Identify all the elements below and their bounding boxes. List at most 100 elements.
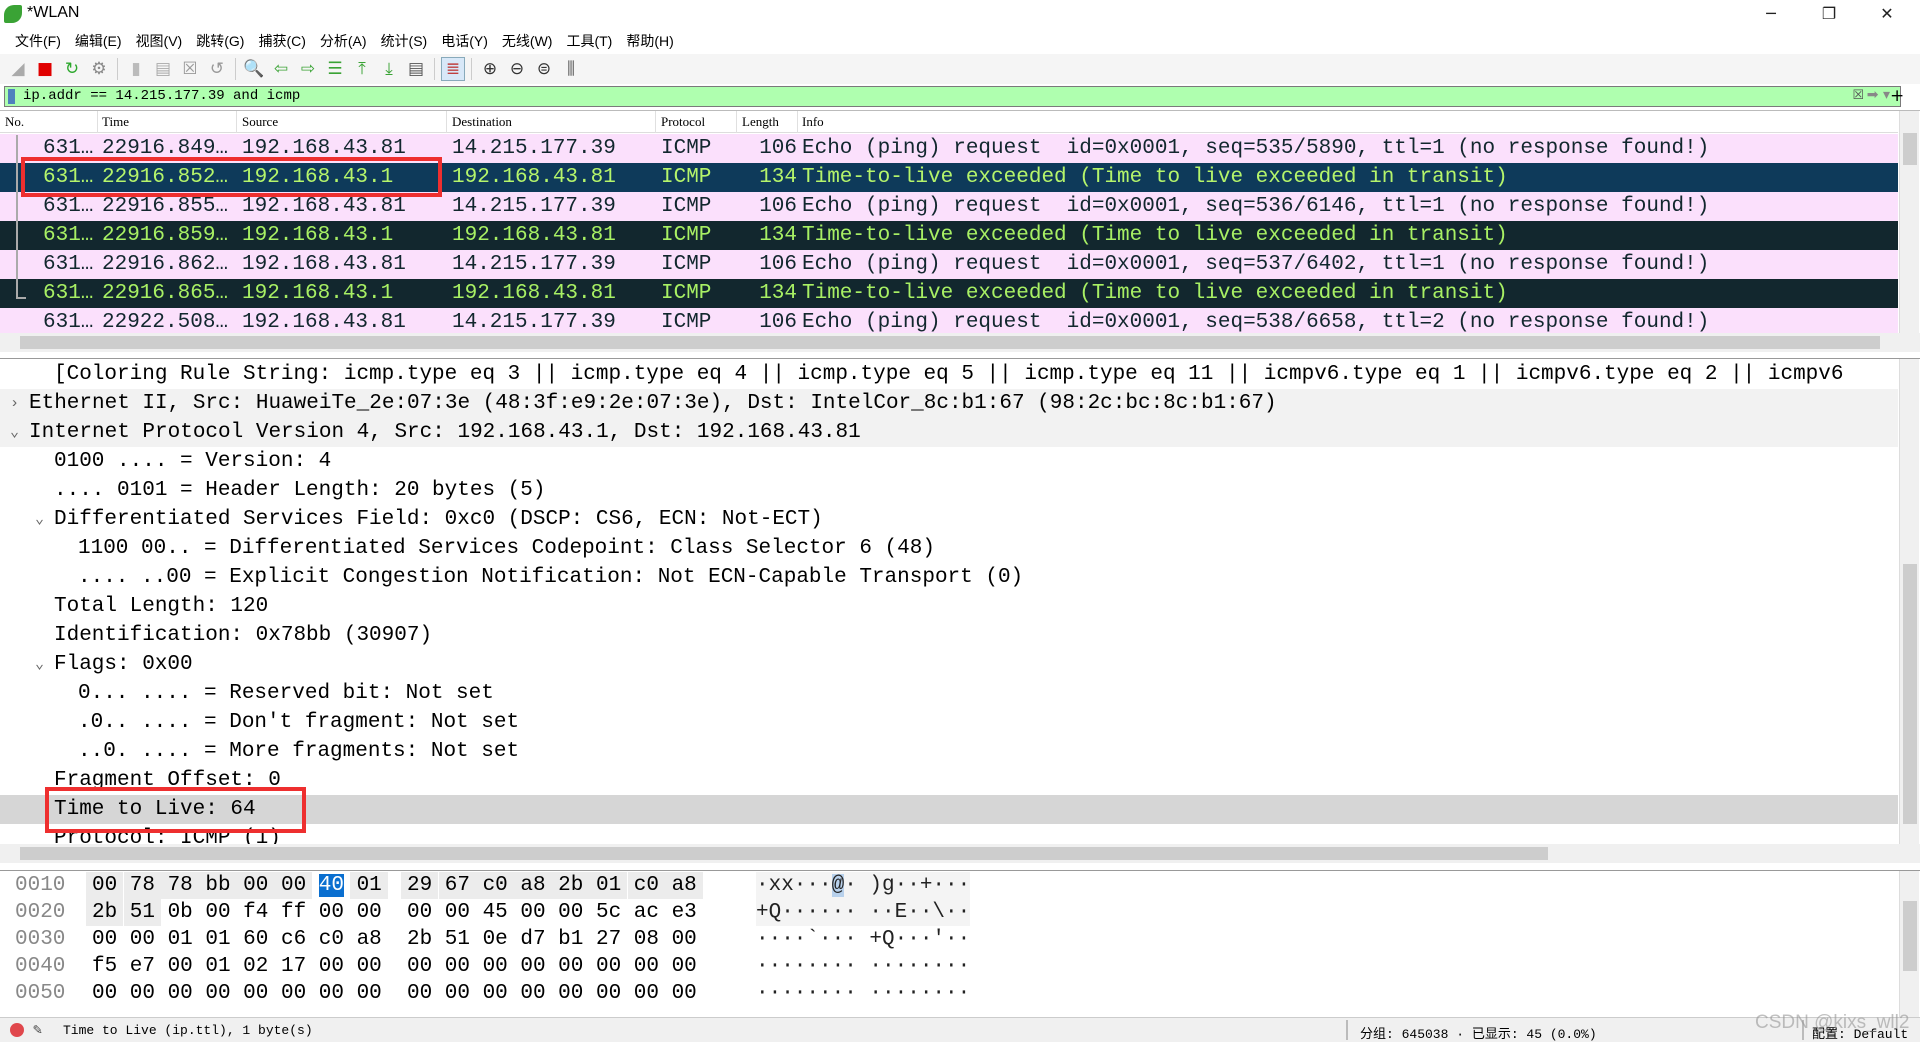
hex-byte[interactable]: 00 [161, 953, 199, 980]
hex-ascii[interactable]: ········ ········ [756, 953, 970, 980]
bytes-vertical-scrollbar[interactable] [1899, 871, 1919, 1017]
detail-line[interactable]: [Coloring Rule String: icmp.type eq 3 ||… [0, 360, 1898, 389]
go-back-icon[interactable]: ⇦ [269, 57, 293, 81]
hex-byte[interactable]: 5c [590, 899, 628, 926]
scroll-thumb[interactable] [1903, 564, 1917, 824]
hex-byte[interactable]: 00 [439, 980, 477, 1007]
hex-byte[interactable]: 01 [161, 926, 199, 953]
resize-columns-icon[interactable]: ⫼ [559, 57, 583, 81]
go-to-packet-icon[interactable]: ☰ [323, 57, 347, 81]
open-file-icon[interactable]: ▮ [124, 57, 148, 81]
first-packet-icon[interactable]: ⤒ [350, 57, 374, 81]
hex-byte[interactable]: 0e [476, 926, 514, 953]
menu-item[interactable]: 编辑(E) [68, 28, 129, 53]
add-filter-button[interactable]: + [1890, 86, 1904, 106]
close-button[interactable]: ✕ [1858, 0, 1916, 28]
hex-byte[interactable]: b1 [552, 926, 590, 953]
detail-line[interactable]: .... ..00 = Explicit Congestion Notifica… [0, 563, 1898, 592]
hex-byte[interactable]: 00 [313, 980, 351, 1007]
hex-byte[interactable]: 45 [476, 899, 514, 926]
hex-byte[interactable]: 00 [401, 980, 439, 1007]
edit-comment-icon[interactable]: ✎ [33, 1020, 42, 1039]
hex-byte[interactable]: 00 [628, 953, 666, 980]
hex-byte[interactable]: 00 [237, 980, 275, 1007]
minimize-button[interactable]: ─ [1742, 0, 1800, 28]
menu-item[interactable]: 电话(Y) [434, 28, 495, 53]
hex-byte[interactable]: ff [275, 899, 313, 926]
column-header-info[interactable]: Info [802, 114, 824, 130]
hex-byte[interactable]: 40 [313, 872, 351, 899]
zoom-in-icon[interactable]: ⊕ [478, 57, 502, 81]
chevron-down-icon[interactable]: ⌄ [35, 505, 44, 534]
last-packet-icon[interactable]: ⤓ [377, 57, 401, 81]
hex-byte[interactable]: 00 [514, 899, 552, 926]
clear-filter-icon[interactable]: ☒ [1852, 88, 1864, 103]
hex-byte[interactable]: 00 [476, 980, 514, 1007]
chevron-down-icon[interactable]: ⌄ [35, 650, 44, 679]
hex-byte[interactable]: c0 [476, 872, 515, 899]
column-header-length[interactable]: Length [742, 114, 779, 130]
hex-byte[interactable]: 00 [514, 953, 552, 980]
hex-byte[interactable]: 00 [85, 872, 124, 899]
details-horizontal-scrollbar[interactable] [0, 844, 1920, 863]
hex-byte[interactable]: 17 [275, 953, 313, 980]
hex-byte[interactable]: 00 [236, 872, 275, 899]
detail-line[interactable]: 0... .... = Reserved bit: Not set [0, 679, 1898, 708]
menu-item[interactable]: 工具(T) [559, 28, 619, 53]
find-packet-icon[interactable]: 🔍 [242, 57, 266, 81]
hex-byte[interactable]: 00 [313, 953, 351, 980]
hex-byte[interactable]: 00 [275, 980, 313, 1007]
hex-byte[interactable]: 2b [401, 926, 439, 953]
hex-byte[interactable]: 00 [590, 980, 628, 1007]
hex-byte[interactable]: 27 [590, 926, 628, 953]
detail-line[interactable]: ⌄ Flags: 0x00 [0, 650, 1898, 679]
hex-byte[interactable]: 00 [590, 953, 628, 980]
zoom-out-icon[interactable]: ⊖ [505, 57, 529, 81]
bookmark-icon[interactable] [8, 89, 15, 104]
detail-line[interactable]: › Ethernet II, Src: HuaweiTe_2e:07:3e (48… [0, 389, 1898, 418]
hex-byte[interactable]: f5 [86, 953, 124, 980]
colorize-icon[interactable]: ≣ [441, 57, 465, 81]
menu-item[interactable]: 跳转(G) [189, 28, 251, 53]
scroll-thumb[interactable] [20, 336, 1880, 349]
close-file-icon[interactable]: ☒ [178, 57, 202, 81]
hex-byte[interactable]: 01 [589, 872, 628, 899]
hex-byte[interactable]: 00 [552, 980, 590, 1007]
hex-byte[interactable]: 00 [665, 953, 703, 980]
detail-line[interactable]: ..0. .... = More fragments: Not set [0, 737, 1898, 766]
detail-line[interactable]: Identification: 0x78bb (30907) [0, 621, 1898, 650]
hex-byte[interactable]: 00 [199, 980, 237, 1007]
hex-byte[interactable]: e3 [665, 899, 703, 926]
hex-byte[interactable]: c6 [275, 926, 313, 953]
menu-item[interactable]: 文件(F) [8, 28, 68, 53]
column-header-no[interactable]: No. [5, 114, 24, 130]
packet-row[interactable]: 631… 22916.859… 192.168.43.1 192.168.43.81 I… [0, 221, 1898, 250]
restart-capture-icon[interactable]: ↻ [60, 57, 84, 81]
stop-capture-icon[interactable]: ■ [33, 57, 57, 81]
hex-byte[interactable]: 00 [274, 872, 313, 899]
hex-byte[interactable]: 00 [124, 926, 162, 953]
details-vertical-scrollbar[interactable] [1899, 359, 1919, 844]
hex-byte[interactable]: c0 [313, 926, 351, 953]
hex-byte[interactable]: 01 [199, 953, 237, 980]
hex-ascii[interactable]: ········ ········ [756, 980, 970, 1007]
hex-ascii[interactable]: +Q······ ··E··\·· [756, 899, 971, 926]
display-filter-bar[interactable]: ip.addr == 14.215.177.39 and icmp ☒ ➡ ▾ [4, 86, 1901, 107]
column-header-source[interactable]: Source [242, 114, 278, 130]
detail-line[interactable]: ⌄ Differentiated Services Field: 0xc0 (DS… [0, 505, 1898, 534]
hex-byte[interactable]: 00 [350, 980, 388, 1007]
hex-byte[interactable]: 00 [552, 953, 590, 980]
column-header-time[interactable]: Time [102, 114, 129, 130]
packet-list-horizontal-scrollbar[interactable] [0, 333, 1920, 352]
chevron-down-icon[interactable]: ⌄ [10, 418, 19, 447]
hex-byte[interactable]: 0b [161, 899, 199, 926]
detail-line[interactable]: Total Length: 120 [0, 592, 1898, 621]
hex-byte[interactable]: 00 [86, 980, 124, 1007]
start-capture-icon[interactable]: ◢ [6, 57, 30, 81]
menu-item[interactable]: 无线(W) [495, 28, 560, 53]
hex-byte[interactable]: 00 [86, 926, 124, 953]
hex-byte[interactable]: c0 [627, 872, 666, 899]
save-file-icon[interactable]: ▤ [151, 57, 175, 81]
apply-filter-icon[interactable]: ➡ ▾ [1867, 87, 1890, 103]
hex-byte[interactable]: 78 [161, 872, 200, 899]
